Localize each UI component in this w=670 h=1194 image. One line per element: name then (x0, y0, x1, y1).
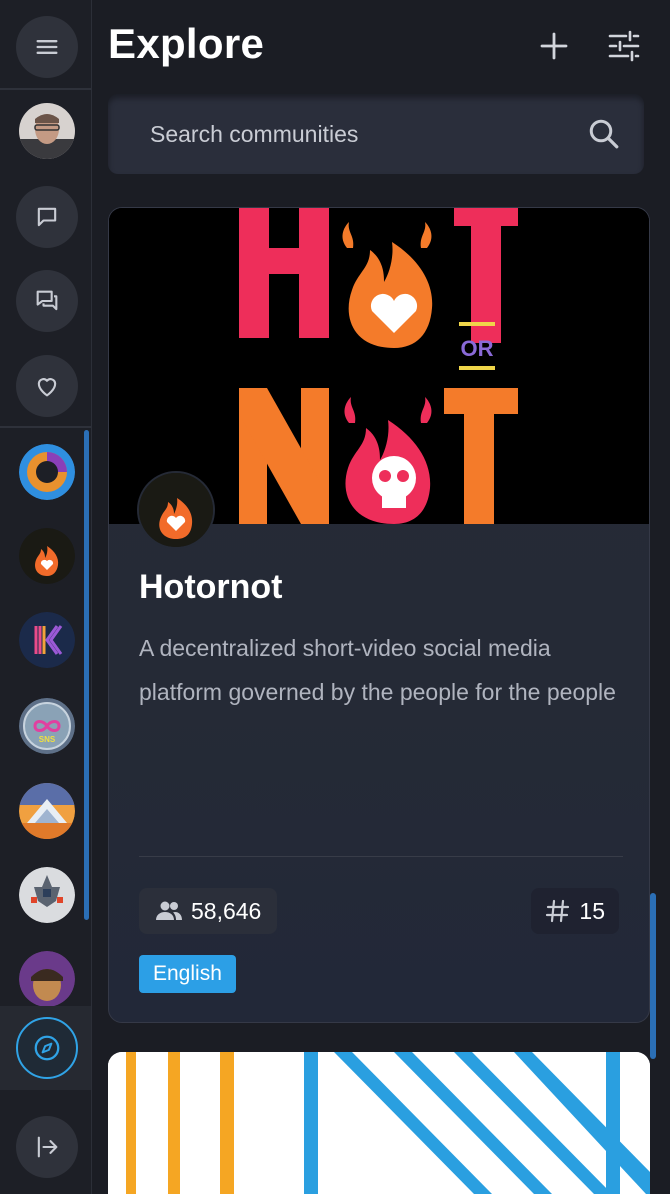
community-description: A decentralized short-video social media… (139, 635, 616, 705)
compass-icon (34, 1035, 60, 1061)
banner-or-text: OR (461, 336, 494, 361)
user-photo (19, 103, 75, 159)
community-k-logo (19, 612, 75, 668)
main-scrollbar[interactable] (650, 893, 656, 1059)
member-count-badge: 58,646 (139, 888, 278, 934)
community-avatar (137, 471, 215, 549)
community-sns[interactable]: SNS (19, 698, 75, 754)
community-mountain-logo (19, 783, 75, 839)
community-portrait-logo (19, 951, 75, 1007)
community-portrait[interactable] (19, 951, 75, 1007)
sliders-icon[interactable] (604, 26, 644, 66)
menu-button[interactable] (16, 16, 78, 78)
search-bar[interactable] (108, 94, 644, 174)
exit-arrow-icon (37, 1136, 58, 1158)
svg-text:SNS: SNS (39, 735, 56, 744)
search-icon[interactable] (586, 116, 622, 152)
community-mountain[interactable] (19, 783, 75, 839)
hotornot-logo (139, 473, 213, 547)
people-icon (156, 901, 182, 920)
channel-count: 15 (579, 897, 605, 924)
community-hotornot[interactable] (19, 528, 75, 584)
user-avatar[interactable] (19, 103, 75, 159)
favourites-button[interactable] (16, 355, 78, 417)
search-input[interactable] (150, 118, 570, 150)
community-banner-next (108, 1052, 650, 1194)
plus-icon[interactable] (534, 26, 574, 66)
community-card-next[interactable] (108, 1052, 650, 1194)
explore-button[interactable] (16, 1017, 78, 1079)
sns-logo: SNS (19, 698, 75, 754)
hash-icon (546, 899, 570, 923)
rail-divider (0, 426, 91, 428)
community-spaceship-logo (19, 867, 75, 923)
rail-scrollbar[interactable] (84, 430, 89, 920)
logout-button[interactable] (16, 1116, 78, 1178)
direct-chats-button[interactable] (16, 186, 78, 248)
hamburger-icon (36, 40, 58, 54)
rail-divider (0, 88, 91, 90)
community-name: Hotornot (139, 568, 283, 606)
language-badge: English (139, 955, 236, 993)
community-spaceship[interactable] (19, 867, 75, 923)
hotornot-logo (19, 528, 75, 584)
community-ring-logo (19, 444, 75, 500)
chat-bubble-icon (37, 207, 57, 227)
member-count: 58,646 (191, 897, 262, 924)
chats-icon (36, 290, 58, 311)
community-card[interactable]: OR Hotornot A decentralized short-video … (108, 207, 650, 1023)
card-divider (139, 856, 623, 857)
heart-icon (37, 378, 57, 397)
left-rail: SNS (0, 0, 92, 1194)
group-chats-button[interactable] (16, 270, 78, 332)
channel-count-badge: 15 (531, 888, 619, 934)
community-ring[interactable] (19, 444, 75, 500)
community-k[interactable] (19, 612, 75, 668)
page-title: Explore (108, 20, 265, 67)
